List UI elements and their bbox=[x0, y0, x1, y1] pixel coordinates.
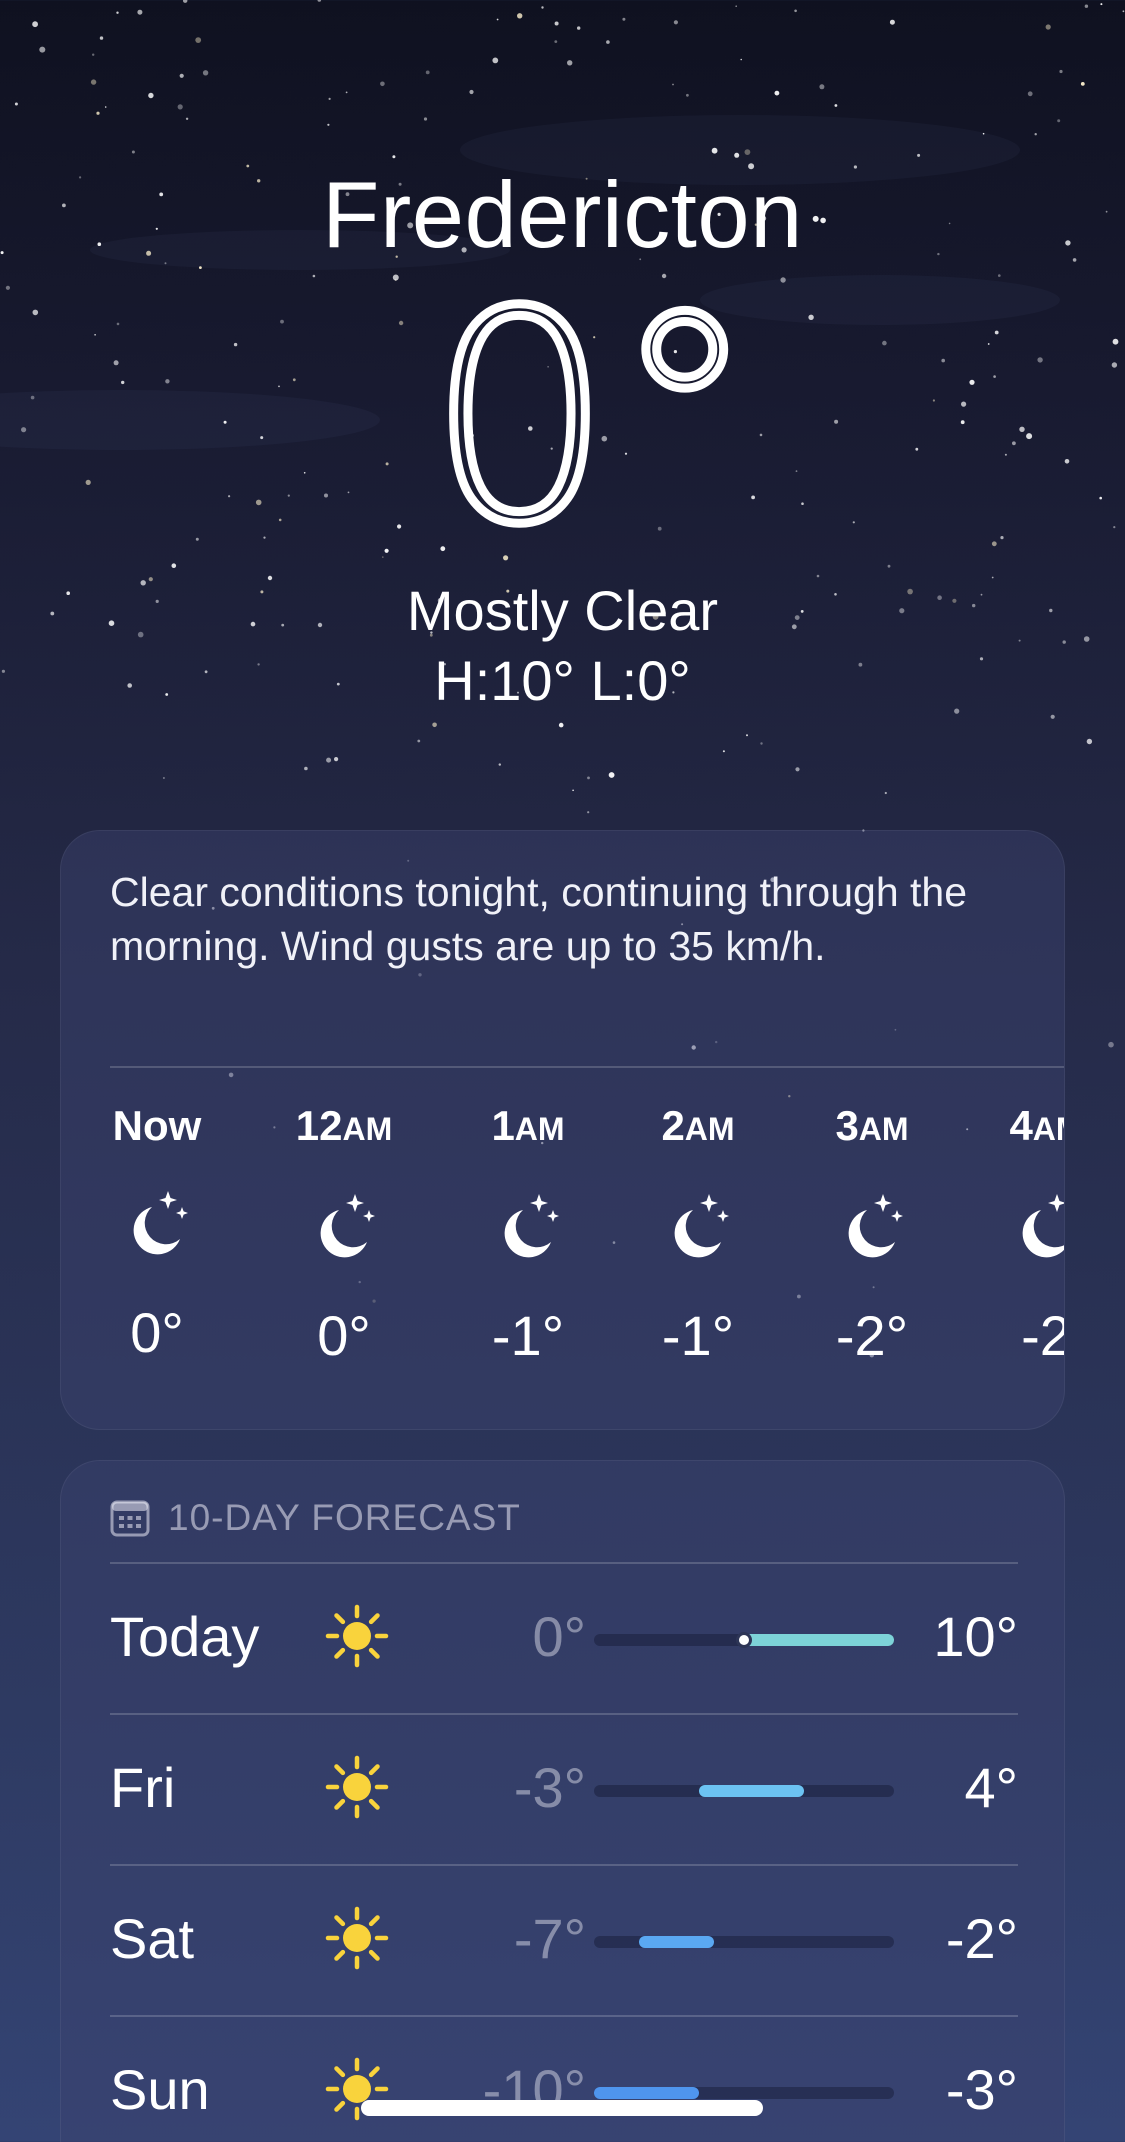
moon-stars-icon bbox=[320, 1194, 375, 1258]
hourly-item: 4AM -2 bbox=[966, 1101, 1064, 1367]
forecast-day-row[interactable]: Sun -10° -3° bbox=[61, 2015, 1064, 2142]
hourly-scroll-list[interactable]: Now0°12AM0°1AM-1°2AM-1°3AM-2°4AM-2 bbox=[61, 1101, 1064, 1421]
hour-label-suffix: AM bbox=[514, 1111, 565, 1147]
ten-day-forecast-title: 10-DAY FORECAST bbox=[168, 1497, 521, 1538]
forecast-summary: Clear conditions tonight, continuing thr… bbox=[110, 869, 968, 969]
hour-label-text: 4 bbox=[1009, 1102, 1033, 1149]
hourly-forecast-card[interactable]: Clear conditions tonight, continuing thr… bbox=[60, 830, 1065, 1430]
location-header: Fredericton 0° Mostly Clear H:10° L:0° bbox=[0, 160, 1125, 714]
temperature-range-track bbox=[594, 1785, 894, 1797]
hour-temperature: -1° bbox=[491, 1304, 565, 1367]
temperature-range-bar bbox=[639, 1936, 714, 1948]
hour-label: 12AM bbox=[264, 1101, 424, 1154]
moon-stars-icon bbox=[1022, 1194, 1064, 1258]
forecast-low-temp: -3° bbox=[513, 1756, 586, 1819]
hour-label: 1AM bbox=[448, 1101, 608, 1154]
moon-stars-icon bbox=[674, 1194, 729, 1258]
sun-icon bbox=[325, 1604, 389, 1668]
forecast-day-name: Today bbox=[110, 1605, 260, 1668]
hour-temperature: -2 bbox=[1021, 1304, 1064, 1367]
ten-day-forecast-header: 10-DAY FORECAST bbox=[110, 1497, 521, 1539]
hourly-item: 12AM 0° bbox=[264, 1101, 424, 1366]
forecast-high-temp: 4° bbox=[964, 1756, 1018, 1819]
temperature-range-track bbox=[594, 2087, 894, 2099]
calendar-icon bbox=[110, 1500, 150, 1537]
hour-temperature: 0° bbox=[317, 1304, 371, 1367]
hour-label: 4AM bbox=[966, 1101, 1064, 1154]
high-low-temperature: H:10° L:0° bbox=[434, 649, 691, 712]
forecast-low-temp: -7° bbox=[513, 1907, 586, 1970]
forecast-day-row[interactable]: Fri -3° 4° bbox=[61, 1713, 1064, 1863]
hour-label-text: Now bbox=[112, 1102, 202, 1149]
forecast-high-temp: -3° bbox=[945, 2058, 1018, 2121]
current-condition: Mostly Clear bbox=[406, 579, 719, 642]
home-indicator[interactable] bbox=[361, 2100, 763, 2116]
temperature-range-bar bbox=[744, 1634, 894, 1646]
moon-stars-icon bbox=[133, 1191, 188, 1255]
forecast-day-row[interactable]: Today 0° 10° bbox=[61, 1562, 1064, 1712]
current-temperature-dot bbox=[736, 1632, 752, 1648]
hour-label-suffix: AM bbox=[858, 1111, 909, 1147]
temperature-range-bar bbox=[594, 2087, 699, 2099]
moon-stars-icon bbox=[848, 1194, 903, 1258]
hour-label-text: 2 bbox=[661, 1102, 685, 1149]
hour-label-suffix: AM bbox=[342, 1111, 393, 1147]
hour-label: Now bbox=[77, 1101, 237, 1151]
hourly-item: Now 0° bbox=[77, 1101, 237, 1363]
ten-day-forecast-card[interactable]: 10-DAY FORECAST Today 0° 10° Fri -3° 4° Sat -7°… bbox=[60, 1460, 1065, 2142]
forecast-day-name: Sat bbox=[110, 1907, 195, 1970]
hour-label: 3AM bbox=[792, 1101, 952, 1154]
hourly-item: 1AM -1° bbox=[448, 1101, 608, 1366]
hour-label-text: 12 bbox=[295, 1102, 343, 1149]
forecast-day-row[interactable]: Sat -7° -2° bbox=[61, 1864, 1064, 2014]
hour-label-text: 3 bbox=[835, 1102, 859, 1149]
forecast-low-temp: 0° bbox=[532, 1605, 586, 1668]
hour-temperature: -2° bbox=[835, 1304, 909, 1367]
card-divider bbox=[110, 1066, 1064, 1068]
forecast-high-temp: 10° bbox=[933, 1605, 1018, 1668]
forecast-high-temp: -2° bbox=[945, 1907, 1018, 1970]
sun-icon bbox=[325, 1755, 389, 1819]
hour-temperature: 0° bbox=[130, 1301, 184, 1364]
hour-label: 2AM bbox=[618, 1101, 778, 1154]
temperature-range-track bbox=[594, 1632, 894, 1648]
temperature-range-track bbox=[594, 1936, 894, 1948]
temperature-range-bar bbox=[699, 1785, 804, 1797]
hour-label-suffix: AM bbox=[684, 1111, 735, 1147]
moon-stars-icon bbox=[504, 1194, 559, 1258]
forecast-day-name: Fri bbox=[110, 1756, 176, 1819]
forecast-day-name: Sun bbox=[110, 2058, 210, 2121]
sun-icon bbox=[325, 1906, 389, 1970]
current-temperature: 0° bbox=[423, 251, 762, 588]
hourly-item: 2AM -1° bbox=[618, 1101, 778, 1366]
hour-label-suffix: AM bbox=[1032, 1111, 1064, 1147]
hourly-item: 3AM -2° bbox=[792, 1101, 952, 1366]
hour-temperature: -1° bbox=[661, 1304, 735, 1367]
hour-label-text: 1 bbox=[491, 1102, 515, 1149]
